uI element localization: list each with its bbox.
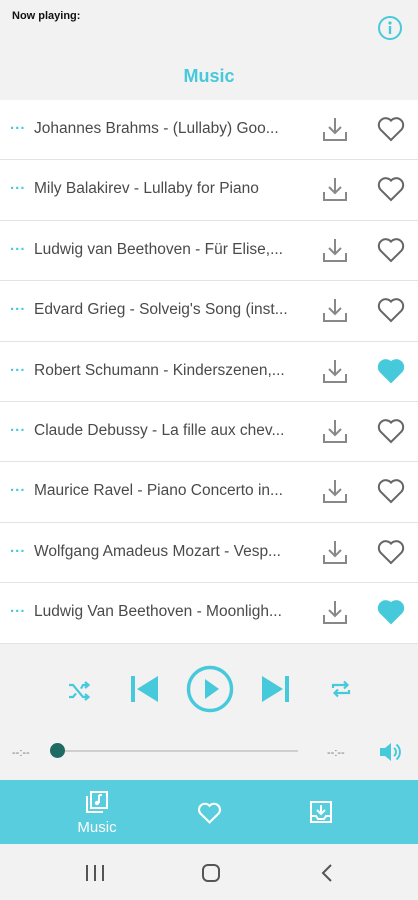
- nav-favorites[interactable]: [184, 780, 234, 844]
- song-row[interactable]: ... Mily Balakirev - Lullaby for Piano: [0, 160, 418, 221]
- download-icon[interactable]: [321, 477, 349, 505]
- bottom-nav: Music: [0, 780, 418, 844]
- download-icon[interactable]: [321, 236, 349, 264]
- player-controls: --:-- --:--: [0, 652, 418, 780]
- song-title: Robert Schumann - Kinderszenen,...: [34, 361, 285, 379]
- download-box-icon: [310, 801, 332, 823]
- page-title: Music: [183, 66, 235, 86]
- heart-filled-icon[interactable]: [376, 356, 406, 386]
- song-row[interactable]: ... Maurice Ravel - Piano Concerto in...: [0, 462, 418, 523]
- playing-indicator: ...: [10, 478, 26, 496]
- play-icon[interactable]: [186, 665, 234, 713]
- download-icon[interactable]: [321, 296, 349, 324]
- heart-outline-icon[interactable]: [376, 295, 406, 325]
- song-title: Johannes Brahms - (Lullaby) Goo...: [34, 120, 279, 137]
- download-icon[interactable]: [321, 175, 349, 203]
- playing-indicator: ...: [10, 417, 26, 435]
- system-nav-bar: [0, 844, 418, 900]
- download-icon[interactable]: [321, 115, 349, 143]
- song-title: Claude Debussy - La fille aux chev...: [34, 421, 285, 439]
- next-icon[interactable]: [258, 672, 292, 706]
- back-icon[interactable]: [320, 863, 334, 883]
- song-title: Wolfgang Amadeus Mozart - Vesp...: [34, 542, 281, 560]
- playing-indicator: ...: [10, 236, 26, 254]
- nav-music[interactable]: Music: [62, 780, 132, 844]
- repeat-icon[interactable]: [328, 676, 354, 702]
- song-title: Maurice Ravel - Piano Concerto in...: [34, 482, 283, 500]
- heart-icon: [197, 802, 222, 824]
- heart-outline-icon[interactable]: [376, 537, 406, 567]
- heart-outline-icon[interactable]: [376, 114, 406, 144]
- home-icon[interactable]: [201, 863, 221, 883]
- elapsed-time: --:--: [12, 747, 30, 759]
- music-library-icon: [86, 791, 108, 813]
- song-title: Mily Balakirev - Lullaby for Piano: [34, 180, 259, 198]
- volume-icon[interactable]: [377, 739, 403, 765]
- heart-outline-icon[interactable]: [376, 174, 406, 204]
- playing-indicator: ...: [10, 599, 26, 617]
- heart-outline-icon[interactable]: [376, 476, 406, 506]
- playing-indicator: ...: [10, 176, 26, 194]
- download-icon[interactable]: [321, 357, 349, 385]
- song-row[interactable]: ... Edvard Grieg - Solveig's Song (inst..…: [0, 281, 418, 342]
- previous-icon[interactable]: [128, 672, 162, 706]
- playing-indicator: ...: [10, 297, 26, 315]
- playing-indicator: ...: [10, 116, 26, 133]
- heart-outline-icon[interactable]: [376, 416, 406, 446]
- duration-time: --:--: [327, 747, 345, 759]
- song-title: Ludwig Van Beethoven - Moonligh...: [34, 603, 282, 621]
- playing-indicator: ...: [10, 538, 26, 556]
- song-title: Edvard Grieg - Solveig's Song (inst...: [34, 301, 288, 319]
- download-icon[interactable]: [321, 417, 349, 445]
- song-title: Ludwig van Beethoven - Für Elise,...: [34, 240, 283, 258]
- heart-filled-icon[interactable]: [376, 597, 406, 627]
- download-icon[interactable]: [321, 598, 349, 626]
- seek-track[interactable]: [58, 750, 298, 752]
- playing-indicator: ...: [10, 357, 26, 375]
- heart-outline-icon[interactable]: [376, 235, 406, 265]
- song-row[interactable]: ... Johannes Brahms - (Lullaby) Goo...: [0, 100, 418, 161]
- song-row[interactable]: ... Robert Schumann - Kinderszenen,...: [0, 342, 418, 402]
- song-row[interactable]: ... Wolfgang Amadeus Mozart - Vesp...: [0, 523, 418, 584]
- song-row[interactable]: ... Claude Debussy - La fille aux chev...: [0, 402, 418, 463]
- nav-music-label: Music: [77, 819, 117, 836]
- now-playing-label: Now playing:: [12, 10, 81, 22]
- seek-thumb[interactable]: [50, 743, 65, 758]
- shuffle-icon[interactable]: [66, 678, 92, 704]
- header: Now playing: Music: [0, 0, 418, 100]
- song-row[interactable]: ... Ludwig Van Beethoven - Moonligh...: [0, 583, 418, 644]
- download-icon[interactable]: [321, 538, 349, 566]
- nav-downloads[interactable]: [296, 780, 346, 844]
- recent-apps-icon[interactable]: [84, 864, 106, 882]
- info-icon[interactable]: [377, 15, 403, 41]
- song-list: ... Johannes Brahms - (Lullaby) Goo......…: [0, 100, 418, 644]
- song-row[interactable]: ... Ludwig van Beethoven - Für Elise,...: [0, 221, 418, 282]
